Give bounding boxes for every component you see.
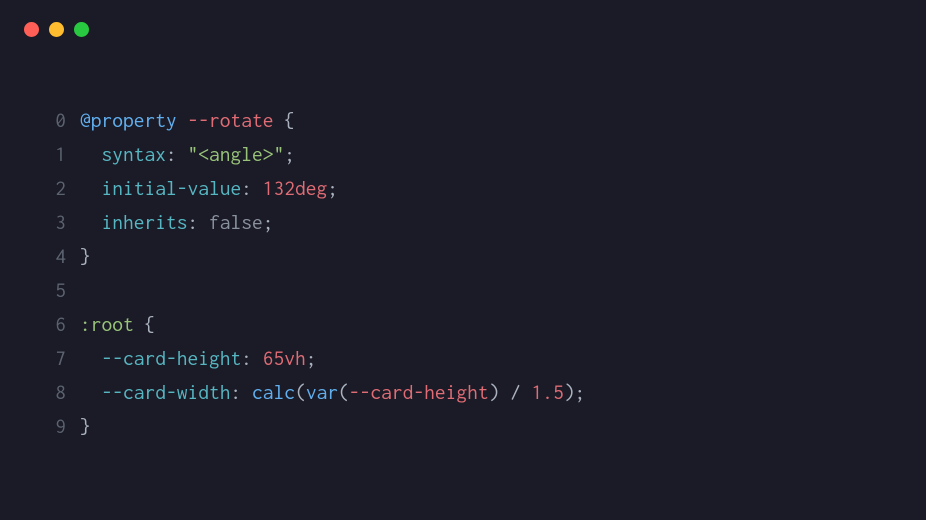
code-token (80, 178, 102, 200)
code-line[interactable]: 6 :root { (38, 309, 906, 343)
code-token: 65vh (263, 348, 306, 370)
line-number: 2 (38, 173, 66, 207)
code-token: var (306, 382, 338, 404)
code-token: } (80, 246, 91, 268)
line-number: 0 (38, 105, 66, 139)
code-token: : (241, 178, 263, 200)
code-token: @property (80, 110, 177, 132)
code-content[interactable]: initial-value: 132deg; (80, 173, 338, 207)
code-token: inherits (102, 212, 188, 234)
code-token: :root (80, 314, 134, 336)
code-content[interactable]: :root { (80, 309, 155, 343)
code-token: ( (295, 382, 306, 404)
code-token: { (274, 110, 296, 132)
code-content[interactable]: --card-height: 65vh; (80, 343, 317, 377)
code-token: "<angle>" (188, 144, 285, 166)
code-token: ) / (489, 382, 532, 404)
code-token (80, 348, 102, 370)
code-token: ; (284, 144, 295, 166)
code-token: 1.5 (532, 382, 564, 404)
line-number: 6 (38, 309, 66, 343)
code-line[interactable]: 9} (38, 411, 906, 445)
code-token: ; (327, 178, 338, 200)
code-line[interactable]: 1 syntax: "<angle>"; (38, 139, 906, 173)
code-line[interactable]: 3 inherits: false; (38, 207, 906, 241)
code-token: ; (306, 348, 317, 370)
line-number: 3 (38, 207, 66, 241)
code-editor[interactable]: 0@property --rotate {1 syntax: "<angle>"… (0, 37, 926, 465)
line-number: 4 (38, 241, 66, 275)
code-line[interactable]: 4} (38, 241, 906, 275)
line-number: 1 (38, 139, 66, 173)
code-token: { (134, 314, 156, 336)
code-token: } (80, 416, 91, 438)
code-token: ( (338, 382, 349, 404)
code-token: ; (263, 212, 274, 234)
code-token: : (188, 212, 210, 234)
minimize-icon[interactable] (49, 22, 64, 37)
code-line[interactable]: 8 --card-width: calc(var(--card-height) … (38, 377, 906, 411)
code-token: --card-height (349, 382, 489, 404)
code-token (80, 144, 102, 166)
code-token: initial-value (102, 178, 242, 200)
code-token: ); (564, 382, 586, 404)
line-number: 7 (38, 343, 66, 377)
code-token: --card-width (102, 382, 231, 404)
maximize-icon[interactable] (74, 22, 89, 37)
code-token (177, 110, 188, 132)
code-content[interactable]: inherits: false; (80, 207, 274, 241)
code-content[interactable]: --card-width: calc(var(--card-height) / … (80, 377, 585, 411)
code-token: : (166, 144, 188, 166)
code-token: false (209, 212, 263, 234)
code-line[interactable]: 7 --card-height: 65vh; (38, 343, 906, 377)
line-number: 9 (38, 411, 66, 445)
code-token: : (241, 348, 263, 370)
code-content[interactable]: } (80, 411, 91, 445)
code-token: --rotate (188, 110, 274, 132)
code-token (80, 212, 102, 234)
line-number: 5 (38, 275, 66, 309)
title-bar (0, 0, 926, 37)
code-line[interactable]: 0 @property --rotate { (38, 105, 906, 139)
code-line[interactable]: 2 initial-value: 132deg; (38, 173, 906, 207)
code-token: 132deg (263, 178, 328, 200)
line-number: 8 (38, 377, 66, 411)
code-token: : (231, 382, 253, 404)
code-content[interactable]: } (80, 241, 91, 275)
close-icon[interactable] (24, 22, 39, 37)
code-line[interactable]: 5 (38, 275, 906, 309)
code-token: syntax (102, 144, 167, 166)
code-token: calc (252, 382, 295, 404)
code-content[interactable]: @property --rotate { (80, 105, 295, 139)
code-token: --card-height (102, 348, 242, 370)
code-token (80, 382, 102, 404)
code-content[interactable]: syntax: "<angle>"; (80, 139, 295, 173)
